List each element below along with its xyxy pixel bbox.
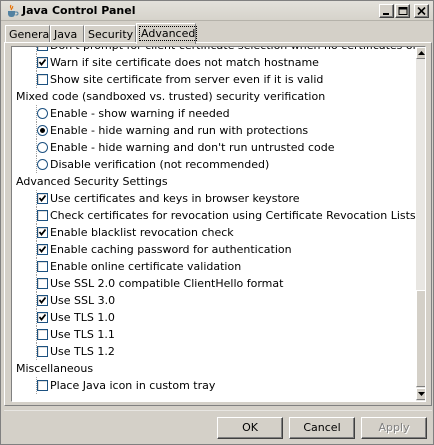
radio-option-enable-hide-warning-and-don-t-run-untrus[interactable]: Enable - hide warning and don't run untr… bbox=[12, 139, 412, 156]
section-header-label: Mixed code (sandboxed vs. trusted) secur… bbox=[16, 90, 326, 103]
option-label: Use certificates and keys in browser key… bbox=[50, 192, 300, 205]
tab-strip: General Java Security Advanced bbox=[5, 23, 431, 44]
section-header-label: Miscellaneous bbox=[16, 362, 94, 375]
arrow-down-icon bbox=[418, 392, 425, 396]
option-label: Enable online certificate validation bbox=[50, 260, 242, 273]
option-label: Check certificates for revocation using … bbox=[50, 209, 426, 222]
section-header-label: Advanced Security Settings bbox=[16, 175, 168, 188]
option-label: Enable - hide warning and run with prote… bbox=[50, 124, 309, 137]
radio-selected-icon[interactable] bbox=[37, 125, 48, 136]
checkbox-option-enable-blacklist-revocation-check[interactable]: Enable blacklist revocation check bbox=[12, 224, 412, 241]
checkbox-checked-icon[interactable] bbox=[37, 244, 48, 255]
checkbox-option-use-ssl-2-0-compatible-clienthello-forma[interactable]: Use SSL 2.0 compatible ClientHello forma… bbox=[12, 275, 412, 292]
checkbox-option-enable-online-certificate-validation[interactable]: Enable online certificate validation bbox=[12, 258, 412, 275]
scroll-up-button[interactable] bbox=[416, 47, 425, 59]
title-bar[interactable]: Java Control Panel bbox=[1, 1, 433, 21]
option-label: Enable - hide warning and don't run untr… bbox=[50, 141, 335, 154]
separator bbox=[4, 410, 432, 411]
checkbox-option-enable-caching-password-for-authenticati[interactable]: Enable caching password for authenticati… bbox=[12, 241, 412, 258]
option-label: Place Java icon in custom tray bbox=[50, 379, 216, 392]
checkbox-checked-icon[interactable] bbox=[37, 312, 48, 323]
minimize-icon bbox=[383, 13, 389, 15]
checkbox-option-show-site-certificate-from-server-even-i[interactable]: Show site certificate from server even i… bbox=[12, 71, 412, 88]
checkbox-unchecked-icon[interactable] bbox=[37, 210, 48, 221]
checkbox-checked-icon[interactable] bbox=[37, 227, 48, 238]
option-label: Disable verification (not recommended) bbox=[50, 158, 270, 171]
radio-unselected-icon[interactable] bbox=[37, 159, 48, 170]
checkbox-unchecked-icon[interactable] bbox=[37, 278, 48, 289]
checkbox-unchecked-icon[interactable] bbox=[37, 47, 48, 51]
option-label: Use SSL 2.0 compatible ClientHello forma… bbox=[50, 277, 284, 290]
option-label: Enable caching password for authenticati… bbox=[50, 243, 292, 256]
maximize-icon bbox=[398, 7, 408, 15]
checkbox-option-check-certificates-for-revocation-using-[interactable]: Check certificates for revocation using … bbox=[12, 207, 425, 224]
radio-unselected-icon[interactable] bbox=[37, 142, 48, 153]
checkbox-option-use-tls-1-1[interactable]: Use TLS 1.1 bbox=[12, 326, 412, 343]
window-title: Java Control Panel bbox=[22, 4, 136, 17]
java-cup-icon bbox=[5, 4, 19, 18]
checkbox-option-use-tls-1-2[interactable]: Use TLS 1.2 bbox=[12, 343, 412, 360]
option-label: Warn if site certificate does not match … bbox=[50, 56, 319, 69]
option-label: Show site certificate from server even i… bbox=[50, 73, 324, 86]
ok-button[interactable]: OK bbox=[217, 417, 283, 439]
minimize-button[interactable] bbox=[379, 4, 394, 18]
checkbox-option-don-t-prompt-for-client-certificate-sele[interactable]: Don't prompt for client certificate sele… bbox=[12, 47, 425, 54]
maximize-button[interactable] bbox=[395, 4, 410, 18]
checkbox-option-use-certificates-and-keys-in-browser-key[interactable]: Use certificates and keys in browser key… bbox=[12, 190, 412, 207]
cancel-button[interactable]: Cancel bbox=[289, 417, 355, 439]
checkbox-option-use-tls-1-0[interactable]: Use TLS 1.0 bbox=[12, 309, 412, 326]
scroll-down-button[interactable] bbox=[416, 388, 425, 400]
close-button[interactable] bbox=[414, 4, 429, 18]
tab-general[interactable]: General bbox=[5, 25, 52, 42]
option-label: Don't prompt for client certificate sele… bbox=[50, 47, 425, 52]
close-icon bbox=[417, 7, 426, 16]
advanced-settings-panel: Don't prompt for client certificate sele… bbox=[4, 42, 432, 406]
checkbox-option-place-java-icon-in-custom-tray[interactable]: Place Java icon in custom tray bbox=[12, 377, 412, 394]
vertical-scrollbar[interactable] bbox=[416, 47, 425, 401]
option-label: Use TLS 1.1 bbox=[50, 328, 115, 341]
checkbox-checked-icon[interactable] bbox=[37, 193, 48, 204]
settings-tree-content: Don't prompt for client certificate sele… bbox=[12, 47, 425, 394]
checkbox-unchecked-icon[interactable] bbox=[37, 74, 48, 85]
section-header-mixed-code-sandboxed-vs-trusted-security: Mixed code (sandboxed vs. trusted) secur… bbox=[12, 88, 412, 105]
radio-option-enable-hide-warning-and-run-with-protect[interactable]: Enable - hide warning and run with prote… bbox=[12, 122, 412, 139]
checkbox-unchecked-icon[interactable] bbox=[37, 380, 48, 391]
checkbox-checked-icon[interactable] bbox=[37, 295, 48, 306]
settings-tree-list[interactable]: Don't prompt for client certificate sele… bbox=[11, 46, 426, 402]
option-label: Use TLS 1.2 bbox=[50, 345, 115, 358]
option-label: Use TLS 1.0 bbox=[50, 311, 115, 324]
radio-option-disable-verification-not-recommended[interactable]: Disable verification (not recommended) bbox=[12, 156, 412, 173]
checkbox-checked-icon[interactable] bbox=[37, 57, 48, 68]
checkbox-option-warn-if-site-certificate-does-not-match-[interactable]: Warn if site certificate does not match … bbox=[12, 54, 412, 71]
radio-option-enable-show-warning-if-needed[interactable]: Enable - show warning if needed bbox=[12, 105, 412, 122]
scrollbar-thumb[interactable] bbox=[416, 290, 425, 387]
apply-button[interactable]: Apply bbox=[361, 417, 427, 439]
arrow-up-icon bbox=[418, 51, 425, 55]
checkbox-unchecked-icon[interactable] bbox=[37, 346, 48, 357]
tab-advanced[interactable]: Advanced bbox=[136, 23, 198, 44]
java-control-panel-window: Java Control Panel General Java Security… bbox=[0, 0, 434, 445]
section-header-advanced-security-settings: Advanced Security Settings bbox=[12, 173, 412, 190]
tab-java[interactable]: Java bbox=[50, 25, 84, 42]
option-label: Use SSL 3.0 bbox=[50, 294, 116, 307]
checkbox-unchecked-icon[interactable] bbox=[37, 329, 48, 340]
tab-security[interactable]: Security bbox=[84, 25, 136, 42]
option-label: Enable blacklist revocation check bbox=[50, 226, 234, 239]
radio-unselected-icon[interactable] bbox=[37, 108, 48, 119]
checkbox-option-use-ssl-3-0[interactable]: Use SSL 3.0 bbox=[12, 292, 412, 309]
checkbox-unchecked-icon[interactable] bbox=[37, 261, 48, 272]
section-header-miscellaneous: Miscellaneous bbox=[12, 360, 412, 377]
option-label: Enable - show warning if needed bbox=[50, 107, 230, 120]
